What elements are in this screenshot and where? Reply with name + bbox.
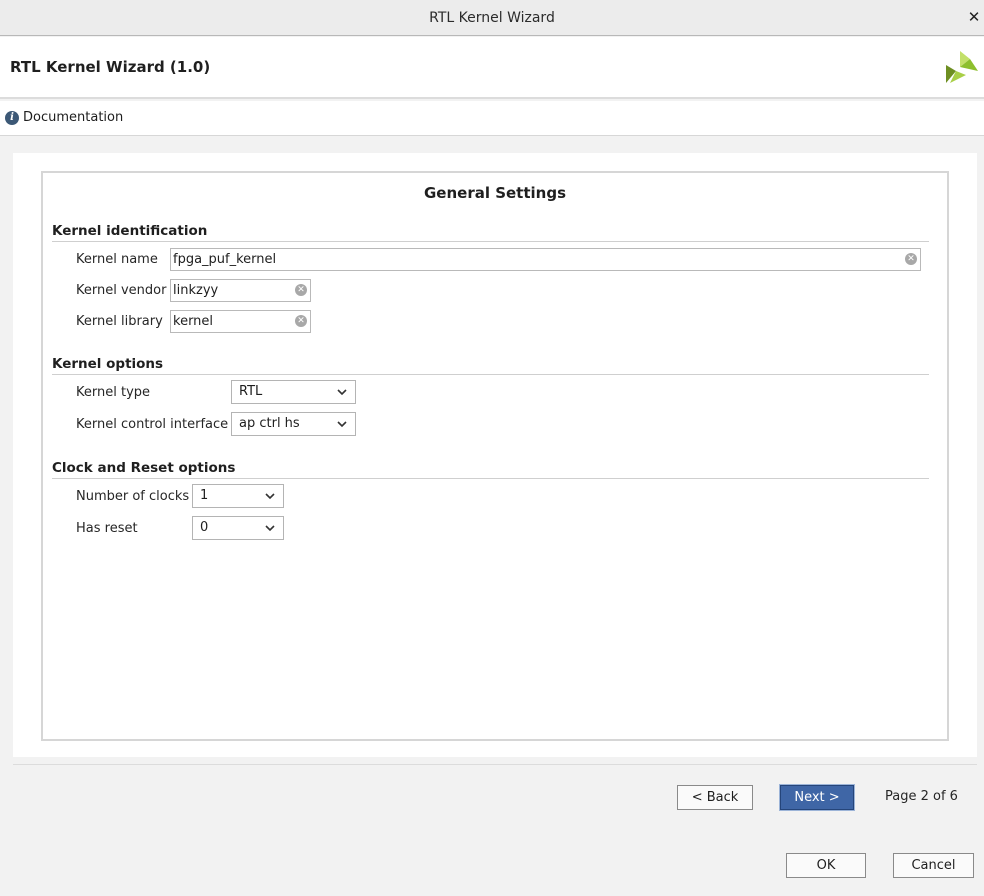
section-divider [52, 241, 929, 242]
wizard-title: RTL Kernel Wizard (1.0) [10, 58, 211, 76]
page-indicator: Page 2 of 6 [885, 789, 958, 804]
kernel-vendor-value: linkzyy [173, 283, 219, 298]
clear-icon[interactable]: ✕ [905, 253, 917, 265]
kernel-name-field[interactable]: fpga_puf_kernel ✕ [170, 248, 921, 271]
general-settings-panel: General Settings Kernel identification K… [41, 171, 949, 741]
kernel-library-label: Kernel library [76, 314, 163, 329]
clear-icon[interactable]: ✕ [295, 284, 307, 296]
wizard-content: General Settings Kernel identification K… [13, 153, 977, 757]
kernel-name-label: Kernel name [76, 252, 158, 267]
chevron-down-icon [337, 421, 347, 428]
close-icon[interactable]: ✕ [966, 9, 982, 25]
section-clock-reset-options: Clock and Reset options [52, 460, 236, 476]
kernel-vendor-label: Kernel vendor [76, 283, 167, 298]
kernel-type-label: Kernel type [76, 385, 151, 400]
kernel-vendor-field[interactable]: linkzyy ✕ [170, 279, 311, 302]
footer-divider [13, 764, 977, 765]
section-divider [52, 478, 929, 479]
kernel-type-value: RTL [239, 384, 263, 399]
clear-icon[interactable]: ✕ [295, 315, 307, 327]
kernel-control-interface-label: Kernel control interface [76, 417, 229, 432]
section-divider [52, 374, 929, 375]
back-button[interactable]: < Back [677, 785, 753, 810]
documentation-link[interactable]: Documentation [23, 110, 123, 125]
wizard-header: RTL Kernel Wizard (1.0) [0, 37, 984, 99]
number-of-clocks-label: Number of clocks [76, 489, 190, 504]
has-reset-label: Has reset [76, 521, 138, 536]
ok-button[interactable]: OK [786, 853, 866, 878]
has-reset-value: 0 [200, 520, 209, 535]
vivado-logo-icon [946, 51, 978, 83]
chevron-down-icon [337, 389, 347, 396]
kernel-type-select[interactable]: RTL [231, 380, 356, 404]
chevron-down-icon [265, 525, 275, 532]
window-title: RTL Kernel Wizard [429, 9, 555, 26]
next-button[interactable]: Next > [780, 785, 854, 810]
kernel-control-interface-value: ap ctrl hs [239, 416, 300, 431]
kernel-control-interface-select[interactable]: ap ctrl hs [231, 412, 356, 436]
documentation-bar: i Documentation [0, 101, 984, 136]
has-reset-select[interactable]: 0 [192, 516, 284, 540]
cancel-button[interactable]: Cancel [893, 853, 974, 878]
info-icon[interactable]: i [5, 111, 19, 125]
section-kernel-identification: Kernel identification [52, 223, 208, 239]
kernel-library-value: kernel [173, 314, 214, 329]
panel-title: General Settings [423, 184, 567, 202]
kernel-library-field[interactable]: kernel ✕ [170, 310, 311, 333]
section-kernel-options: Kernel options [52, 356, 164, 372]
chevron-down-icon [265, 493, 275, 500]
number-of-clocks-value: 1 [200, 488, 209, 503]
window-titlebar: RTL Kernel Wizard ✕ [0, 0, 984, 36]
number-of-clocks-select[interactable]: 1 [192, 484, 284, 508]
kernel-name-value: fpga_puf_kernel [173, 252, 277, 267]
